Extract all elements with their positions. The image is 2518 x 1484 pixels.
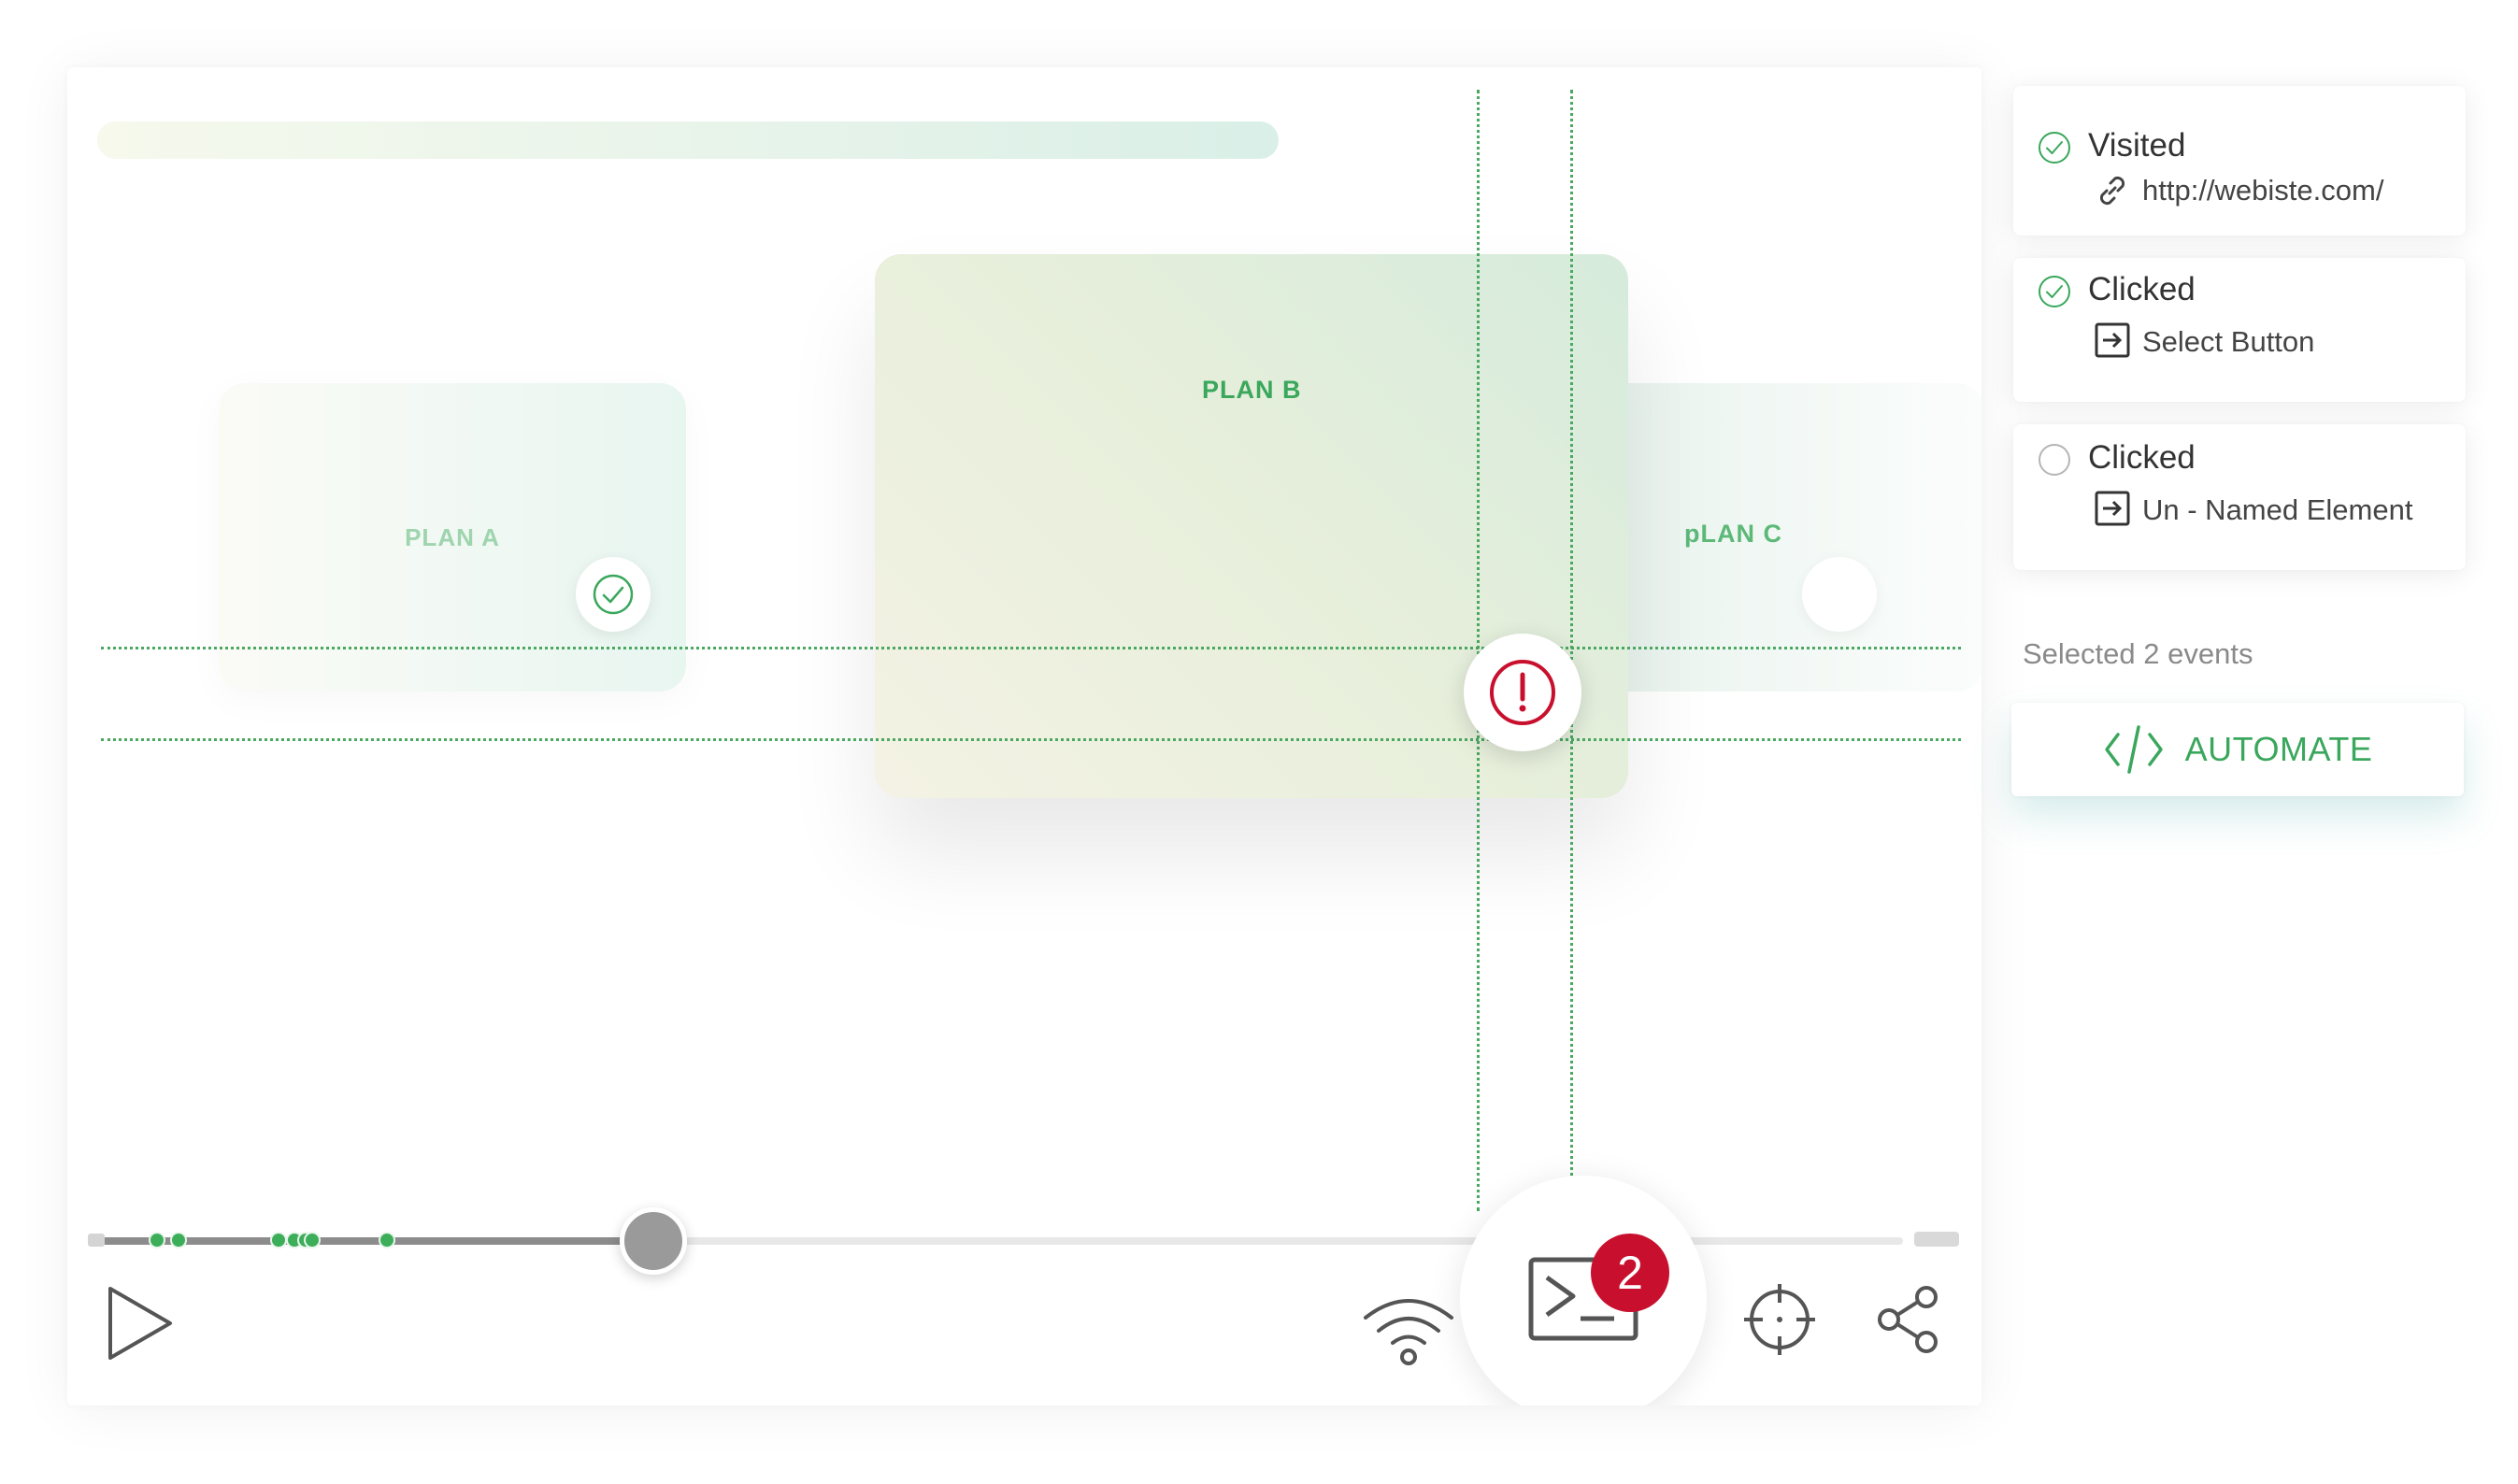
- session-player: PLAN A pLAN C PLAN B 2: [67, 67, 1981, 1406]
- plan-c-unselected-badge: [1802, 557, 1877, 632]
- timeline-event-marker[interactable]: [170, 1232, 188, 1249]
- check-circle-icon: [593, 574, 634, 615]
- share-icon: [1878, 1286, 1938, 1353]
- plan-c-card[interactable]: pLAN C: [1591, 383, 1981, 692]
- alert-icon: [1490, 660, 1555, 725]
- console-count-badge: 2: [1591, 1234, 1669, 1312]
- plan-a-label: PLAN A: [405, 522, 500, 551]
- crosshair-icon: [1744, 1284, 1815, 1355]
- event-title: Visited: [2088, 127, 2186, 164]
- guide-line-left: [1477, 90, 1480, 1211]
- guide-line-right: [1570, 90, 1573, 1211]
- timeline-event-marker[interactable]: [269, 1232, 287, 1249]
- selection-summary: Selected 2 events: [2023, 637, 2253, 670]
- automate-label: AUTOMATE: [2184, 730, 2373, 768]
- timeline-scrubber[interactable]: [619, 1207, 687, 1275]
- error-marker[interactable]: [1464, 634, 1581, 751]
- guide-line-top: [101, 647, 1961, 649]
- automate-button[interactable]: AUTOMATE: [2011, 703, 2464, 796]
- empty-circle-icon: [2039, 444, 2070, 476]
- event-detail: Un - Named Element: [2142, 493, 2413, 526]
- inspect-button[interactable]: [1740, 1280, 1819, 1359]
- event-item[interactable]: Clicked Un - Named Element: [2013, 424, 2466, 570]
- network-button[interactable]: [1359, 1282, 1458, 1376]
- event-detail: http://webiste.com/: [2142, 174, 2384, 207]
- plan-b-label: PLAN B: [1202, 376, 1302, 404]
- console-button[interactable]: [1460, 1176, 1707, 1406]
- timeline-event-marker[interactable]: [148, 1232, 165, 1249]
- wifi-icon: [1364, 1299, 1453, 1365]
- event-title: Clicked: [2088, 439, 2196, 476]
- link-icon: [2099, 176, 2125, 206]
- play-icon: [108, 1287, 172, 1360]
- plan-a-selected-badge: [576, 557, 651, 632]
- event-item[interactable]: Visited http://webiste.com/: [2013, 86, 2466, 235]
- plan-c-label: pLAN C: [1684, 520, 1782, 548]
- plan-a-card[interactable]: PLAN A: [219, 383, 686, 692]
- enter-arrow-icon: [2095, 322, 2130, 358]
- check-circle-icon: [2039, 132, 2070, 164]
- guide-line-bottom: [101, 738, 1961, 741]
- code-icon: [2104, 725, 2163, 774]
- share-button[interactable]: [1871, 1280, 1946, 1359]
- event-detail: Select Button: [2142, 325, 2315, 358]
- timeline-event-marker[interactable]: [304, 1232, 322, 1249]
- timeline-end-cap: [1914, 1232, 1959, 1247]
- timeline-event-marker[interactable]: [378, 1232, 395, 1249]
- event-item[interactable]: Clicked Select Button: [2013, 258, 2466, 402]
- timeline-start-cap: [88, 1234, 105, 1247]
- page-header-placeholder: [97, 121, 1279, 159]
- play-button[interactable]: [103, 1278, 178, 1368]
- event-title: Clicked: [2088, 271, 2196, 307]
- enter-arrow-icon: [2095, 491, 2130, 526]
- check-circle-icon: [2039, 276, 2070, 307]
